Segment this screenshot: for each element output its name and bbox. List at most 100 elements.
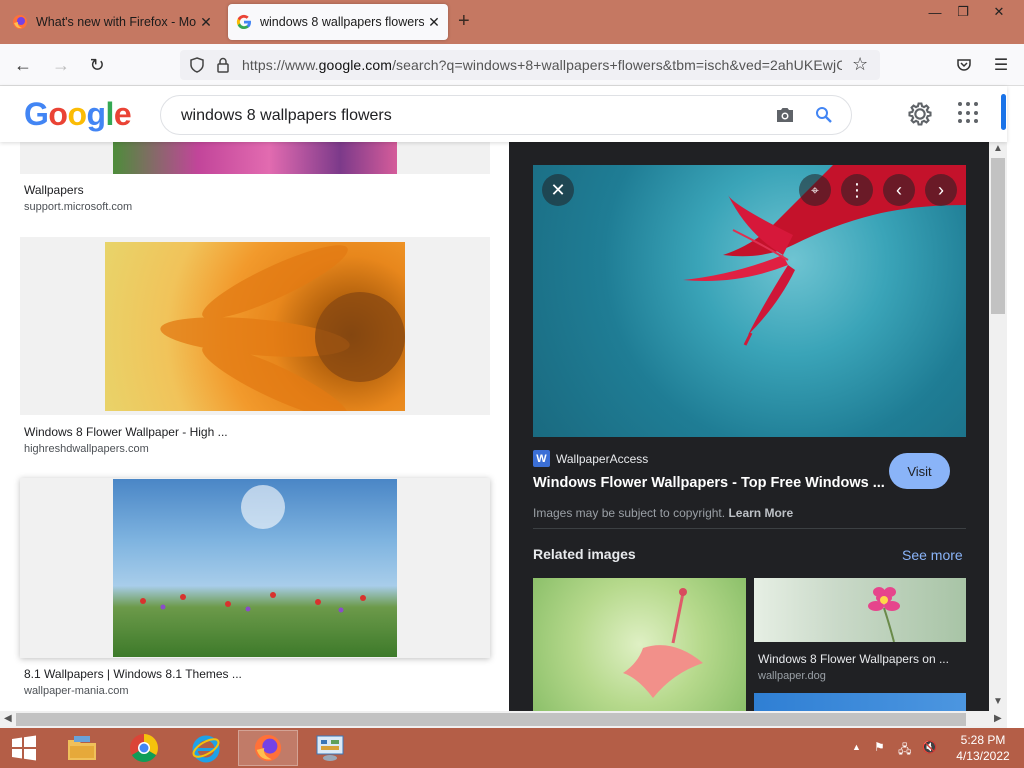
result-source[interactable]: support.microsoft.com (24, 201, 132, 213)
system-clock[interactable]: 5:28 PM 4/13/2022 (948, 732, 1018, 764)
firefox-icon (13, 15, 27, 29)
image-preview-panel: ✕ ⌖ ⋮ ‹ › W WallpaperAccess Windows Flow… (509, 142, 989, 711)
lock-icon[interactable] (216, 57, 230, 73)
url-bar[interactable]: https://www.google.com/search?q=windows+… (180, 50, 880, 80)
chrome-icon (130, 734, 158, 762)
control-panel-icon (316, 735, 344, 761)
internet-explorer-button[interactable] (176, 730, 236, 766)
result-card-selected[interactable] (20, 478, 490, 658)
show-hidden-icons-icon[interactable]: ▲ (852, 742, 861, 752)
result-title[interactable]: Wallpapers (24, 183, 84, 197)
volume-muted-icon[interactable]: 🔇 (922, 740, 937, 754)
tab-label: windows 8 wallpapers flowers - (260, 15, 424, 29)
visit-button[interactable]: Visit (889, 453, 950, 489)
result-card[interactable] (20, 142, 490, 174)
scroll-up-arrow-icon[interactable]: ▲ (993, 143, 1003, 154)
search-query: windows 8 wallpapers flowers (181, 107, 392, 124)
bookmark-star-icon[interactable]: ☆ (852, 54, 868, 75)
account-indicator[interactable] (1001, 94, 1006, 130)
close-tab-icon[interactable]: ✕ (424, 14, 444, 31)
result-card[interactable] (20, 237, 490, 419)
reload-icon[interactable]: ↻ (84, 52, 110, 78)
search-icon[interactable] (815, 106, 833, 124)
action-center-flag-icon[interactable]: ⚑ (874, 740, 885, 754)
tab-label: What's new with Firefox - More (36, 15, 196, 29)
pocket-icon[interactable] (956, 57, 972, 73)
copyright-notice: Images may be subject to copyright. Lear… (533, 506, 794, 520)
scrollbar-thumb[interactable] (16, 713, 966, 726)
site-logo: W (533, 450, 550, 467)
close-window-icon[interactable]: ✕ (984, 0, 1014, 24)
result-thumbnail[interactable] (113, 479, 397, 657)
divider (533, 528, 966, 529)
right-edge-strip (1007, 86, 1024, 728)
url-text: https://www.google.com/search?q=windows+… (242, 57, 842, 73)
google-apps-icon[interactable] (958, 102, 980, 124)
related-image-source[interactable]: wallpaper.dog (758, 670, 826, 682)
scrollbar-thumb[interactable] (991, 158, 1005, 314)
new-tab-button[interactable]: + (458, 10, 470, 33)
orange-flower-icon (160, 245, 405, 419)
folder-icon (68, 736, 96, 760)
related-image-title[interactable]: Windows 8 Flower Wallpapers on ... (758, 652, 949, 666)
start-button[interactable] (0, 730, 48, 766)
related-images-heading: Related images (533, 546, 636, 562)
google-logo[interactable]: Google (24, 96, 132, 133)
shield-icon[interactable] (189, 57, 205, 73)
related-image-thumbnail[interactable] (754, 693, 966, 711)
pink-flower-icon (868, 587, 900, 642)
file-explorer-button[interactable] (52, 730, 112, 766)
minimize-icon[interactable]: — (920, 0, 950, 24)
close-icon[interactable]: ✕ (542, 174, 574, 206)
result-source[interactable]: wallpaper-mania.com (24, 685, 129, 697)
previous-image-icon[interactable]: ‹ (883, 174, 915, 206)
tab-strip: What's new with Firefox - More ✕ windows… (0, 0, 1024, 44)
scroll-down-arrow-icon[interactable]: ▼ (993, 696, 1003, 707)
network-icon[interactable]: 🖧 (898, 740, 911, 761)
firefox-icon (254, 734, 282, 762)
tab-firefox-whats-new[interactable]: What's new with Firefox - More ✕ (4, 4, 220, 40)
chrome-button[interactable] (114, 730, 174, 766)
menu-icon[interactable]: ☰ (988, 52, 1014, 78)
close-tab-icon[interactable]: ✕ (196, 14, 216, 31)
result-title[interactable]: 8.1 Wallpapers | Windows 8.1 Themes ... (24, 667, 242, 681)
vertical-scrollbar[interactable]: ▲ ▼ (989, 142, 1007, 711)
control-panel-button[interactable] (300, 730, 360, 766)
related-image-thumbnail[interactable] (533, 578, 746, 711)
result-source[interactable]: highreshdwallpapers.com (24, 443, 149, 455)
learn-more-link[interactable]: Learn More (728, 506, 793, 520)
image-results-list: Wallpapers support.microsoft.com Windows… (0, 142, 509, 711)
search-input[interactable]: windows 8 wallpapers flowers (160, 95, 852, 135)
more-options-icon[interactable]: ⋮ (841, 174, 873, 206)
pink-flower-icon (623, 588, 703, 698)
forward-arrow-icon[interactable]: → (48, 52, 74, 78)
camera-icon[interactable] (775, 106, 795, 124)
site-name[interactable]: WallpaperAccess (556, 452, 648, 466)
clock-time: 5:28 PM (960, 733, 1006, 747)
clock-date: 4/13/2022 (956, 749, 1010, 763)
internet-explorer-icon (192, 735, 220, 763)
result-title[interactable]: Windows 8 Flower Wallpaper - High ... (24, 425, 228, 439)
preview-title[interactable]: Windows Flower Wallpapers - Top Free Win… (533, 475, 885, 491)
windows-logo-icon (12, 735, 36, 761)
next-image-icon[interactable]: › (925, 174, 957, 206)
visual-search-icon[interactable]: ⌖ (799, 174, 831, 206)
taskbar: ▲ ⚑ 🖧 🔇 5:28 PM 4/13/2022 (0, 728, 1024, 768)
scroll-right-arrow-icon[interactable]: ▶ (994, 713, 1002, 724)
preview-image[interactable]: ✕ ⌖ ⋮ ‹ › (533, 165, 966, 437)
settings-gear-icon[interactable] (906, 100, 934, 128)
navigation-bar: ← → ↻ https://www.google.com/search?q=wi… (0, 44, 1024, 86)
result-thumbnail[interactable] (113, 142, 397, 174)
result-thumbnail[interactable] (105, 242, 405, 419)
wildflower-field-icon (140, 485, 366, 613)
tab-google-search[interactable]: windows 8 wallpapers flowers - ✕ (228, 4, 448, 40)
see-more-link[interactable]: See more (902, 547, 963, 563)
restore-icon[interactable]: ❐ (948, 0, 978, 24)
firefox-taskbar-button[interactable] (238, 730, 298, 766)
scroll-left-arrow-icon[interactable]: ◀ (4, 713, 12, 724)
related-image-thumbnail[interactable] (754, 578, 966, 642)
horizontal-scrollbar[interactable]: ◀ ▶ (0, 711, 1007, 728)
google-icon (236, 14, 251, 30)
google-header: Google windows 8 wallpapers flowers (0, 86, 1007, 142)
back-arrow-icon[interactable]: ← (10, 52, 36, 78)
